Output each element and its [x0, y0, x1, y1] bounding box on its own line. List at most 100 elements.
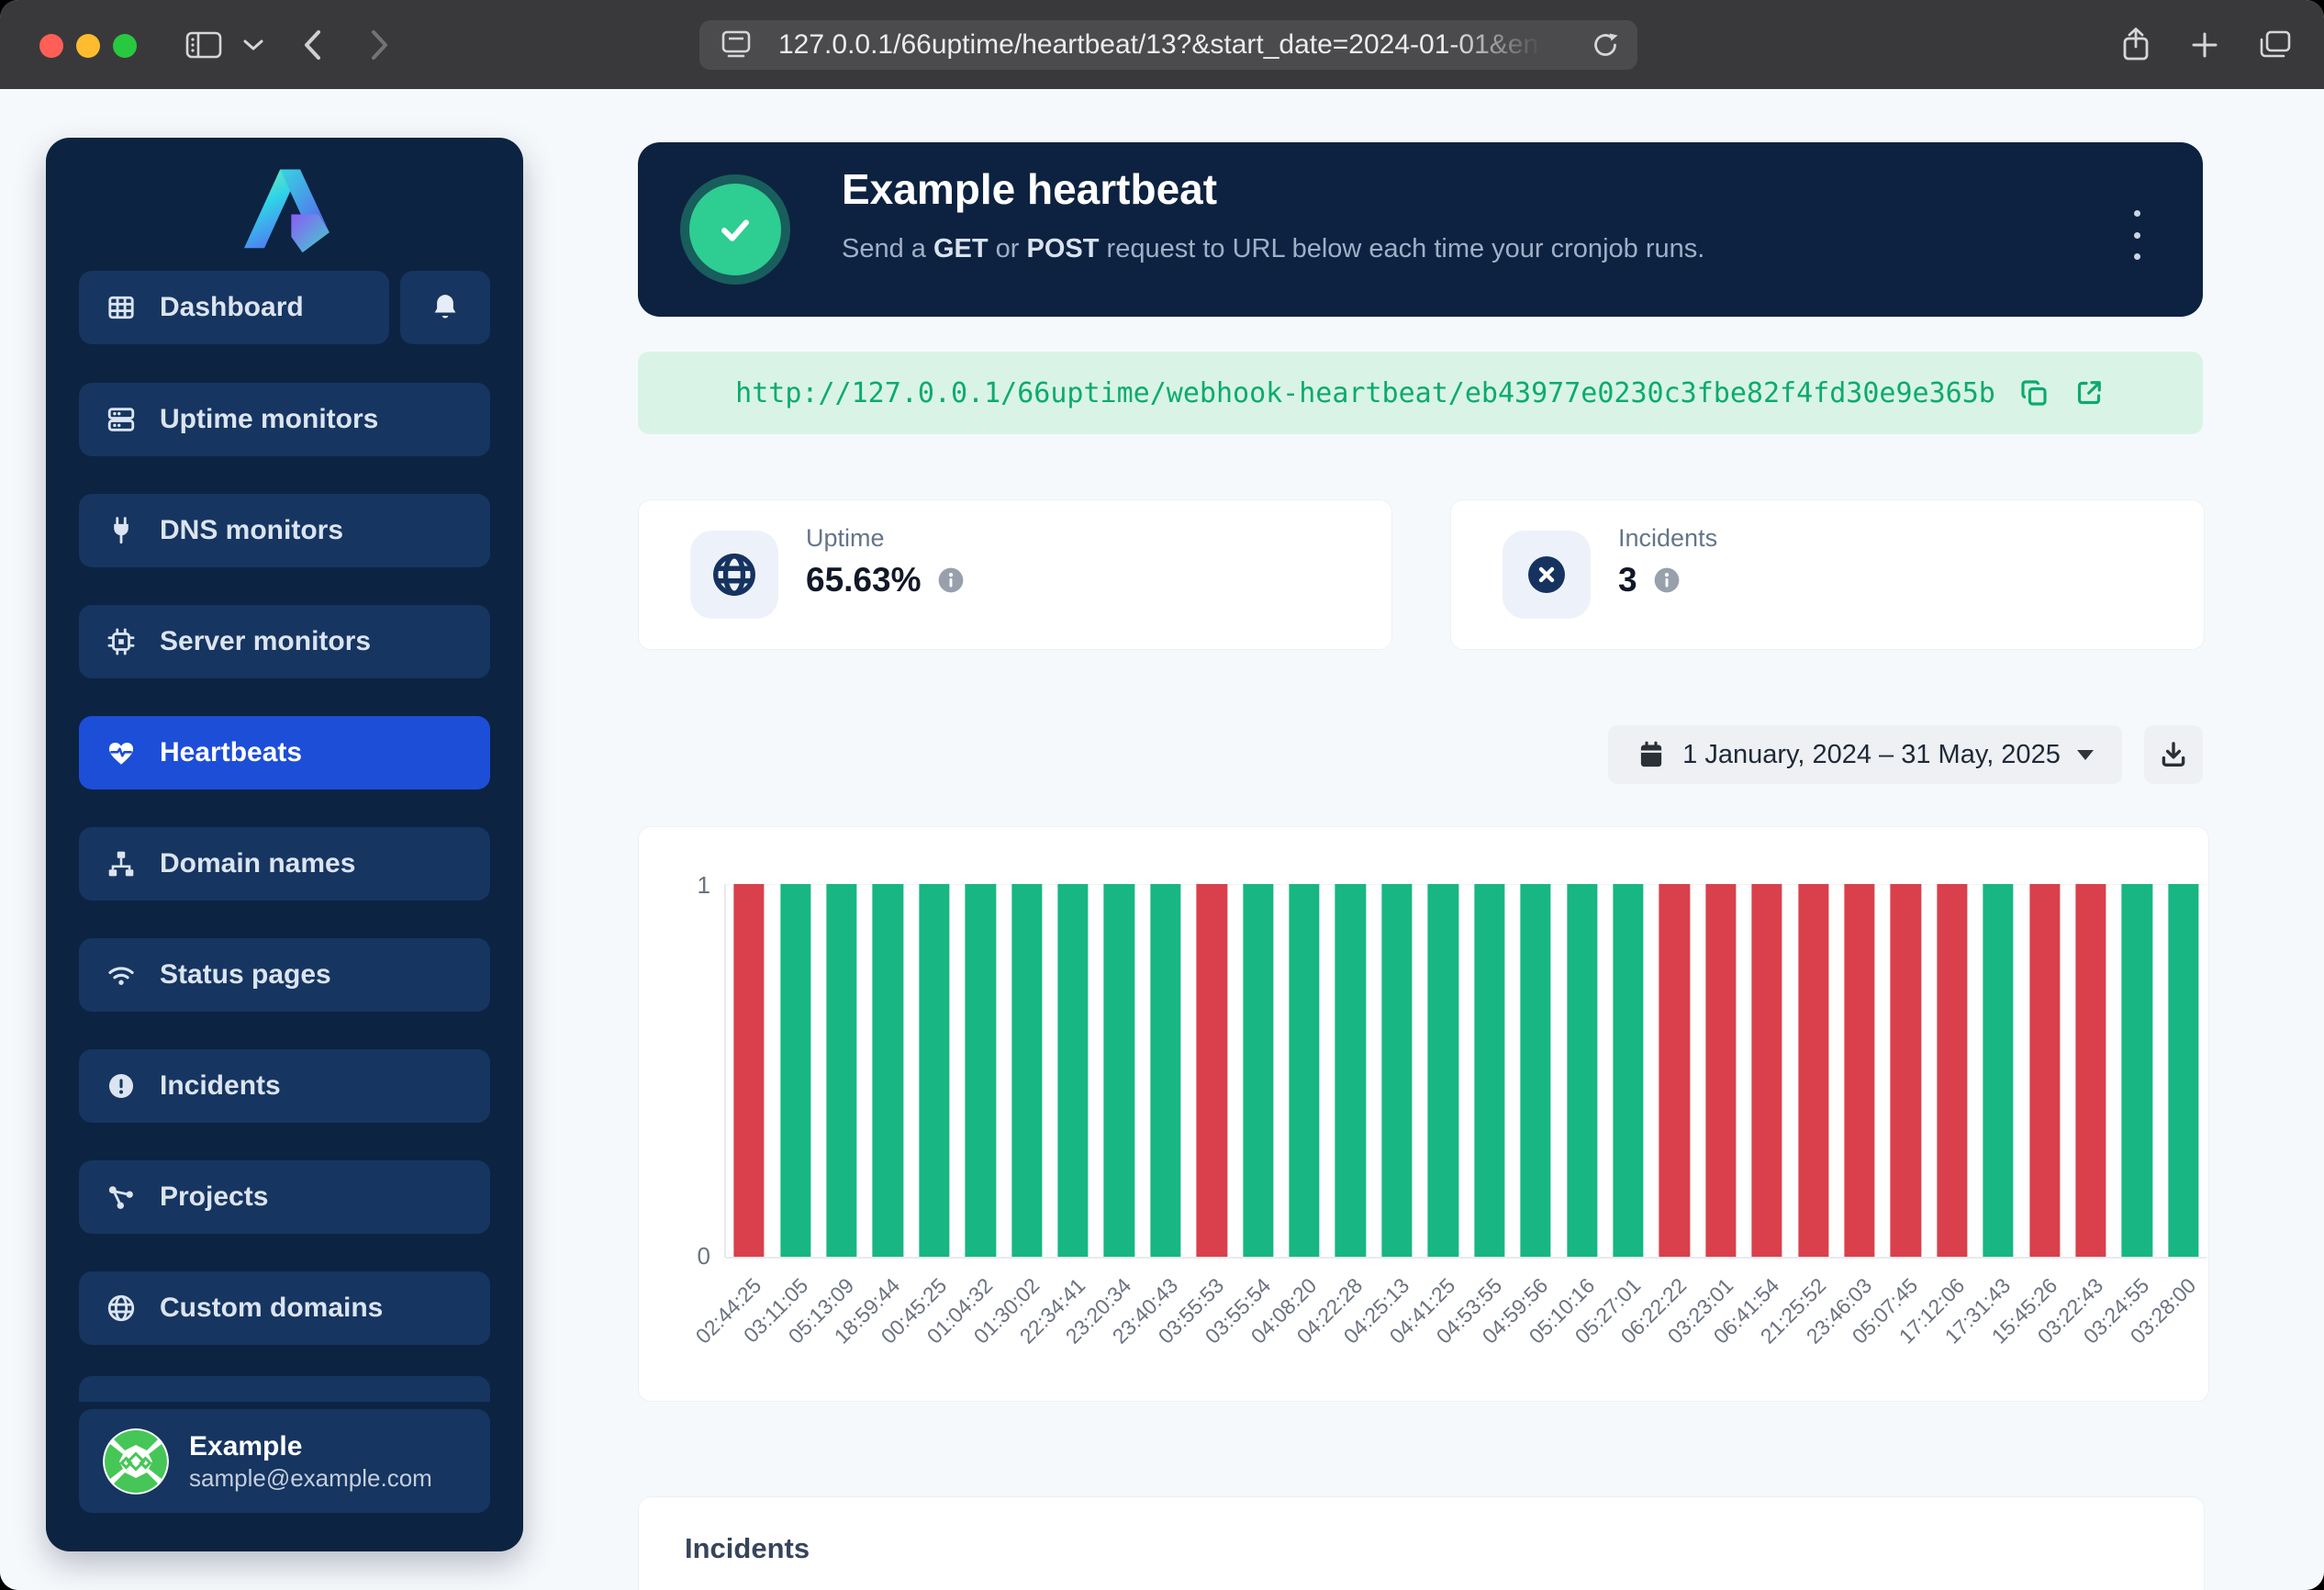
- browser-toolbar: 127.0.0.1/66uptime/heartbeat/13?&start_d…: [0, 0, 2324, 89]
- chart-x-labels: 02:44:2503:11:0505:13:0918:59:4400:45:25…: [726, 1270, 2207, 1394]
- sidebar-toggle-icon[interactable]: [180, 0, 228, 89]
- chart-bar: [1613, 884, 1643, 1257]
- chart-bar: [966, 884, 996, 1257]
- sidebar-item-label: Incidents: [160, 1070, 281, 1102]
- chart-bar: [1428, 884, 1458, 1257]
- chart-bar: [1983, 884, 2014, 1257]
- plug-icon: [105, 514, 138, 547]
- chevron-down-icon[interactable]: [237, 0, 270, 89]
- incidents-section-title: Incidents: [685, 1532, 810, 1565]
- wifi-icon: [105, 958, 138, 991]
- incidents-section-card: Incidents: [638, 1496, 2205, 1590]
- sidebar-item-incidents[interactable]: Incidents: [79, 1049, 490, 1123]
- share-nodes-icon: [105, 1181, 138, 1214]
- new-tab-icon[interactable]: [2184, 0, 2225, 89]
- browser-window: 127.0.0.1/66uptime/heartbeat/13?&start_d…: [0, 0, 2324, 1590]
- share-icon[interactable]: [2116, 0, 2156, 89]
- y-axis-tick-0: 0: [655, 1242, 710, 1271]
- chart-bar: [919, 884, 949, 1257]
- sidebar-item-projects[interactable]: Projects: [79, 1160, 490, 1234]
- forward-icon[interactable]: [360, 0, 400, 89]
- server-stack-icon: [105, 403, 138, 436]
- copy-icon[interactable]: [2017, 376, 2050, 409]
- chart-bar: [873, 884, 903, 1257]
- chart-bar: [1243, 884, 1273, 1257]
- zoom-window-button[interactable]: [113, 34, 137, 58]
- logo-icon: [226, 156, 343, 257]
- uptime-stat-card: Uptime 65.63%: [638, 499, 1392, 650]
- url-bar[interactable]: 127.0.0.1/66uptime/heartbeat/13?&start_d…: [699, 20, 1637, 70]
- heartbeat-chart-card: 1 0 02:44:2503:11:0505:13:0918:59:4400:4…: [638, 826, 2209, 1402]
- sidebar-item-dns-monitors[interactable]: DNS monitors: [79, 494, 490, 567]
- sidebar-item-dashboard[interactable]: Dashboard: [79, 271, 389, 344]
- close-window-button[interactable]: [39, 34, 63, 58]
- back-icon[interactable]: [292, 0, 332, 89]
- download-icon: [2158, 739, 2189, 770]
- info-icon[interactable]: [936, 565, 966, 595]
- sidebar-item-status-pages[interactable]: Status pages: [79, 938, 490, 1012]
- chart-bar: [1289, 884, 1319, 1257]
- info-icon[interactable]: [1652, 565, 1682, 595]
- x-circle-icon: [1503, 531, 1591, 619]
- check-icon: [711, 206, 759, 253]
- webhook-url: http://127.0.0.1/66uptime/webhook-heartb…: [735, 377, 1995, 409]
- sidebar-item-label: Heartbeats: [160, 737, 302, 768]
- sidebar-item-partial[interactable]: [79, 1376, 490, 1402]
- webhook-url-banner: http://127.0.0.1/66uptime/webhook-heartb…: [638, 352, 2203, 434]
- sidebar-item-uptime-monitors[interactable]: Uptime monitors: [79, 383, 490, 456]
- date-range-picker[interactable]: 1 January, 2024 – 31 May, 2025: [1608, 725, 2122, 784]
- date-range-label: 1 January, 2024 – 31 May, 2025: [1682, 740, 2061, 770]
- site-settings-icon[interactable]: [720, 29, 753, 61]
- external-link-icon[interactable]: [2073, 376, 2106, 409]
- chart-bar: [1381, 884, 1412, 1257]
- sidebar-item-label: Custom domains: [160, 1293, 383, 1324]
- chart-bar: [1335, 884, 1366, 1257]
- avatar: [103, 1428, 169, 1495]
- chart-bar: [1752, 884, 1782, 1257]
- chart-bar: [1705, 884, 1736, 1257]
- exclamation-circle-icon: [105, 1069, 138, 1103]
- sidebar-item-label: DNS monitors: [160, 515, 343, 546]
- globe-icon: [690, 531, 778, 619]
- profile-name: Example: [189, 1430, 432, 1463]
- profile-card[interactable]: Example sample@example.com: [79, 1409, 490, 1513]
- chart-bar: [1057, 884, 1088, 1257]
- chart-bar: [1520, 884, 1550, 1257]
- tabs-icon[interactable]: [2253, 0, 2297, 89]
- chart-bar: [2168, 884, 2198, 1257]
- sidebar-item-server-monitors[interactable]: Server monitors: [79, 605, 490, 678]
- chart-bars: [726, 884, 2207, 1257]
- heartbeat-header-card: Example heartbeat Send a GET or POST req…: [638, 142, 2203, 317]
- chart-bar: [1891, 884, 1921, 1257]
- chart-bar: [1659, 884, 1690, 1257]
- reload-icon[interactable]: [1590, 29, 1621, 61]
- cpu-icon: [105, 625, 138, 658]
- incidents-stat-card: Incidents 3: [1450, 499, 2205, 650]
- app-logo: [46, 156, 523, 257]
- chart-bar: [2075, 884, 2106, 1257]
- download-button[interactable]: [2144, 725, 2203, 784]
- chart-bar: [1104, 884, 1134, 1257]
- sidebar-item-heartbeats[interactable]: Heartbeats: [79, 716, 490, 789]
- chart-bar: [1197, 884, 1227, 1257]
- chart-bar: [1474, 884, 1504, 1257]
- sidebar-item-domain-names[interactable]: Domain names: [79, 827, 490, 901]
- chart-bar: [1844, 884, 1874, 1257]
- chart-bar: [826, 884, 856, 1257]
- sidebar-item-label: Status pages: [160, 959, 331, 991]
- sidebar-item-label: Domain names: [160, 848, 355, 879]
- sidebar: Dashboard Uptime monitors DNS monitors: [46, 138, 523, 1551]
- sidebar-item-custom-domains[interactable]: Custom domains: [79, 1271, 490, 1345]
- y-axis-tick-1: 1: [655, 871, 710, 900]
- more-options-button[interactable]: [2118, 205, 2155, 265]
- calendar-icon: [1637, 739, 1666, 770]
- status-up-badge: [689, 184, 781, 275]
- page-content: Dashboard Uptime monitors DNS monitors: [0, 89, 2324, 1590]
- minimize-window-button[interactable]: [76, 34, 100, 58]
- chart-bar: [1937, 884, 1967, 1257]
- sidebar-item-label: Projects: [160, 1181, 268, 1213]
- globe-icon: [105, 1292, 138, 1325]
- uptime-value: 65.63%: [806, 561, 922, 599]
- dashboard-grid-icon: [105, 291, 138, 324]
- notifications-button[interactable]: [400, 271, 490, 344]
